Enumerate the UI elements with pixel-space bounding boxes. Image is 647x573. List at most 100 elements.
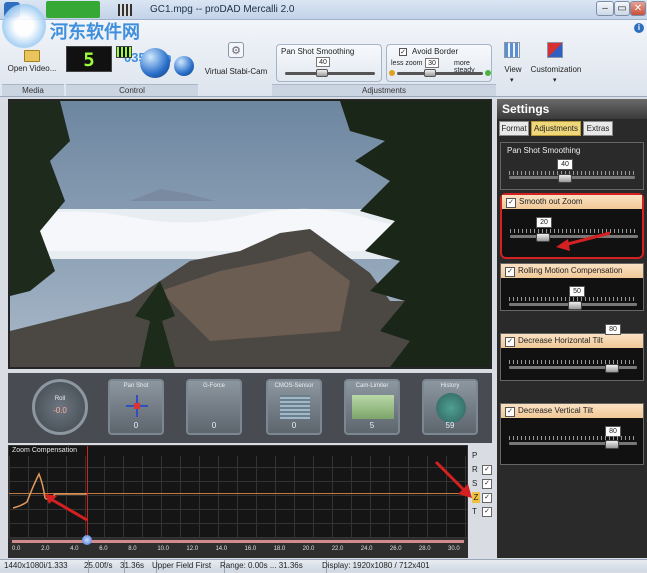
pan-shot-value: 40 xyxy=(316,57,330,67)
less-zoom-label: less zoom xyxy=(391,60,423,67)
virtual-stabi-cam-label: Virtual Stabi-Cam xyxy=(204,67,268,76)
rolling-motion-value: 50 xyxy=(569,286,585,297)
graph-title: Zoom Compensation xyxy=(12,447,77,454)
ruler-tick-label: 12.0 xyxy=(186,546,199,552)
ruler-tick-label: 28.0 xyxy=(418,546,431,552)
decrease-horizontal-tilt-checkbox[interactable]: ✓ xyxy=(505,337,515,347)
cam-limiter-gauge: Cam-Limiter 5 xyxy=(344,379,400,435)
ruler-tick-label: 2.0 xyxy=(41,546,50,552)
decrease-vertical-tilt-knob[interactable] xyxy=(605,440,619,449)
avoid-border-slider-track[interactable] xyxy=(397,72,483,75)
title-bar: GC1.mpg -- proDAD Mercalli 2.0 – ▭ ✕ xyxy=(0,0,647,20)
zoom-compensation-graph[interactable]: Zoom Compensation xyxy=(8,445,468,538)
avoid-border-checkbox[interactable]: ✓ xyxy=(399,48,407,56)
help-icon[interactable]: i xyxy=(634,23,644,33)
tab-extras[interactable]: Extras xyxy=(583,121,613,136)
smooth-out-zoom-checkbox[interactable]: ✓ xyxy=(506,198,516,208)
pan-shot-slider-track[interactable] xyxy=(285,72,375,75)
customization-label: Customization xyxy=(530,65,582,74)
pan-shot-gauge-label: Pan Shot xyxy=(123,383,149,389)
red-arrow-settings xyxy=(556,231,611,251)
view-dropdown-icon: ▾ xyxy=(510,77,514,84)
g-force-gauge-value: 0 xyxy=(211,421,217,430)
ruler-playhead-knob[interactable] xyxy=(82,535,92,545)
roll-gauge-label: Roll xyxy=(54,396,66,402)
customization-button[interactable]: Customization ▾ xyxy=(530,40,582,96)
gear-icon: ⚙ xyxy=(228,42,244,58)
channel-selector: P R ✓ S ✓ Z ✓ T ✓ xyxy=(434,446,496,556)
channel-r-checkbox[interactable]: ✓ xyxy=(482,465,492,475)
close-button[interactable]: ✕ xyxy=(630,1,646,16)
open-video-label: Open Video... xyxy=(7,64,57,73)
decrease-horizontal-tilt-title: Decrease Horizontal Tilt xyxy=(518,336,603,345)
decrease-vertical-tilt-checkbox[interactable]: ✓ xyxy=(505,407,515,417)
tab-format[interactable]: Format xyxy=(499,121,529,136)
rolling-motion-knob[interactable] xyxy=(568,301,582,310)
ruler-tick-label: 14.0 xyxy=(215,546,228,552)
customization-dropdown-icon: ▾ xyxy=(553,77,557,84)
pan-shot-smoothing-panel: Pan Shot Smoothing 40 xyxy=(276,44,382,82)
status-format: 1440x1080i/1.333 xyxy=(0,560,89,573)
stabilize-globe-button[interactable] xyxy=(140,48,170,78)
channel-z-checkbox[interactable]: ✓ xyxy=(482,493,492,503)
window-title: GC1.mpg -- proDAD Mercalli 2.0 xyxy=(150,4,295,15)
maximize-button[interactable]: ▭ xyxy=(614,1,630,16)
tab-adjustments[interactable]: Adjustments xyxy=(531,121,581,136)
ruler-tick-label: 22.0 xyxy=(331,546,344,552)
red-arrow-graph xyxy=(45,494,88,522)
rolling-motion-checkbox[interactable]: ✓ xyxy=(505,267,515,277)
timeline-ruler[interactable]: 0.0 2.0 4.0 6.0 8.0 10.0 12.0 14.0 16.0 18.0 20.0 2… xyxy=(8,535,468,558)
ok-icon xyxy=(485,70,491,76)
ruler-tick-label: 30.0 xyxy=(448,546,460,552)
quick-access-bar xyxy=(46,1,100,18)
cmos-sensor-gauge-label: CMOS-Sensor xyxy=(274,383,314,389)
status-bar: 1440x1080i/1.333 25.00f/s 31.36s Upper F… xyxy=(0,559,647,573)
decrease-horizontal-tilt-header: ✓ Decrease Horizontal Tilt xyxy=(501,334,643,348)
open-video-button[interactable]: Open Video... xyxy=(4,50,60,78)
folder-icon xyxy=(24,50,40,62)
led-bars-icon xyxy=(116,46,132,58)
sensor-grid-icon xyxy=(280,395,310,419)
pan-shot-slider-knob[interactable] xyxy=(316,69,328,77)
ruler-tick-label: 10.0 xyxy=(157,546,170,552)
cmos-sensor-gauge: CMOS-Sensor 0 xyxy=(266,379,322,435)
video-preview[interactable] xyxy=(8,99,492,369)
ruler-tick-label: 4.0 xyxy=(70,546,79,552)
smooth-out-zoom-knob[interactable] xyxy=(536,233,550,242)
ruler-tick-label: 16.0 xyxy=(244,546,257,552)
channel-s-checkbox[interactable]: ✓ xyxy=(482,479,492,489)
decrease-vertical-tilt-title: Decrease Vertical Tilt xyxy=(518,406,594,415)
ribbon-toolbar: 河东软件网 0359.cn Open Video... Media 5 Cont… xyxy=(0,4,647,97)
status-field-order: Upper Field First xyxy=(148,560,225,573)
red-arrow-channel xyxy=(434,460,472,498)
decrease-horizontal-tilt-knob[interactable] xyxy=(605,364,619,373)
smooth-out-zoom-section: ✓ Smooth out Zoom 20 xyxy=(500,193,644,259)
view-grid-icon xyxy=(504,42,520,58)
g-force-gauge-label: G-Force xyxy=(202,383,225,389)
channel-t-checkbox[interactable]: ✓ xyxy=(482,507,492,517)
frame-counter-display: 5 xyxy=(66,46,112,72)
play-globe-button[interactable] xyxy=(174,56,194,76)
watermark-logo xyxy=(2,4,46,48)
customization-icon xyxy=(547,42,563,58)
settings-panel: Settings Format Adjustments Extras Pan S… xyxy=(497,99,647,558)
avoid-border-label: Avoid Border xyxy=(412,47,459,56)
virtual-stabi-cam-button[interactable]: ⚙ Virtual Stabi-Cam xyxy=(204,40,268,84)
history-gauge-value: 59 xyxy=(445,421,455,430)
g-force-gauge: G-Force 0 xyxy=(186,379,242,435)
crosshair-center xyxy=(134,403,140,409)
ruler-tick-label: 24.0 xyxy=(360,546,373,552)
avoid-border-slider-knob[interactable] xyxy=(424,69,436,77)
pan-shot-smoothing-track[interactable] xyxy=(509,176,635,179)
rolling-motion-header: ✓ Rolling Motion Compensation xyxy=(501,264,643,278)
view-label: View xyxy=(504,65,522,74)
cam-limiter-gauge-label: Cam-Limiter xyxy=(355,383,389,389)
decrease-vertical-tilt-header: ✓ Decrease Vertical Tilt xyxy=(501,404,643,418)
pan-shot-smoothing-knob[interactable] xyxy=(558,174,572,183)
view-button[interactable]: View ▾ xyxy=(500,40,526,96)
settings-header: Settings xyxy=(497,99,647,119)
minimize-button[interactable]: – xyxy=(596,1,614,16)
pan-shot-smoothing-value: 40 xyxy=(557,159,573,170)
smooth-out-zoom-value: 20 xyxy=(536,217,552,228)
group-control-label: Control xyxy=(66,84,198,96)
